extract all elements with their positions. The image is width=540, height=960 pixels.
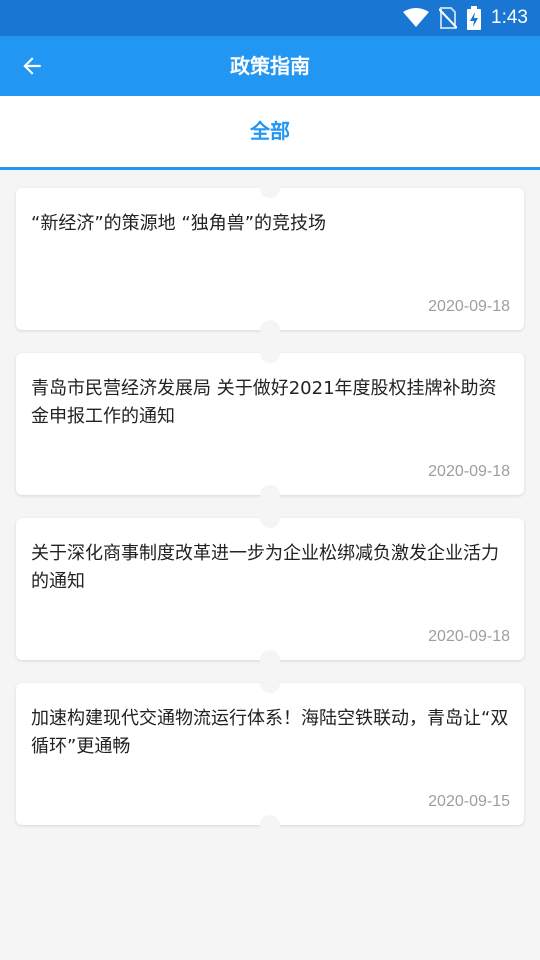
article-card[interactable]: 青岛市民营经济发展局 关于做好2021年度股权挂牌补助资金申报工作的通知 202…	[16, 343, 524, 505]
status-bar: 1:43	[0, 0, 540, 36]
article-title: 关于深化商事制度改革进一步为企业松绑减负激发企业活力的通知	[31, 543, 499, 592]
no-sim-icon	[439, 7, 458, 29]
arrow-back-icon	[23, 57, 41, 75]
article-title: 加速构建现代交通物流运行体系！海陆空铁联动，青岛让“双循环”更通畅	[31, 708, 509, 757]
article-date: 2020-09-18	[428, 628, 510, 645]
status-icons: 1:43	[403, 0, 528, 36]
page-title: 政策指南	[230, 54, 310, 78]
article-date: 2020-09-18	[428, 298, 510, 315]
wifi-icon	[403, 8, 430, 27]
article-card[interactable]: 关于深化商事制度改革进一步为企业松绑减负激发企业活力的通知 2020-09-18	[16, 508, 524, 670]
status-time: 1:43	[491, 7, 528, 28]
app-bar: 政策指南	[0, 36, 540, 96]
article-date: 2020-09-18	[428, 463, 510, 480]
tab-bar: 全部	[0, 96, 540, 170]
back-button[interactable]	[8, 42, 56, 90]
tab-all[interactable]: 全部	[0, 96, 540, 166]
article-list: “新经济”的策源地 “独角兽”的竞技场 2020-09-18 青岛市民营经济发展…	[16, 178, 524, 848]
article-title: “新经济”的策源地 “独角兽”的竞技场	[31, 213, 327, 234]
article-title: 青岛市民营经济发展局 关于做好2021年度股权挂牌补助资金申报工作的通知	[31, 378, 497, 427]
battery-charging-icon	[467, 6, 482, 30]
tab-indicator	[0, 167, 540, 170]
article-card[interactable]: 加速构建现代交通物流运行体系！海陆空铁联动，青岛让“双循环”更通畅 2020-0…	[16, 673, 524, 835]
article-date: 2020-09-15	[428, 793, 510, 810]
article-card[interactable]: “新经济”的策源地 “独角兽”的竞技场 2020-09-18	[16, 178, 524, 340]
